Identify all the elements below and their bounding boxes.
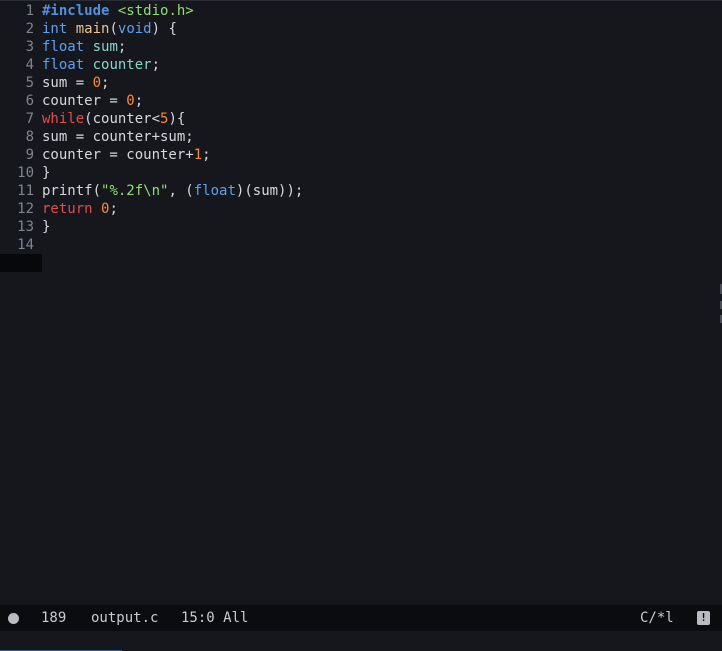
code-line[interactable]: 5 sum = 0; [0,74,720,92]
code-token: )(sum)); [235,183,304,199]
line-number: 3 [25,39,34,55]
line-number: 10 [17,165,34,181]
buffer-name[interactable]: output.c [91,605,158,631]
line-number: 11 [17,183,34,199]
code-token: ; [117,39,127,55]
code-token: ; [151,57,161,73]
line-number: 2 [25,21,34,37]
code-token: "%.2f\n" [101,183,169,199]
code-text[interactable]: return 0; [42,200,118,218]
code-line[interactable]: 8 sum = counter+sum; [0,128,720,146]
code-token: ; [134,93,144,109]
code-token: , ( [168,183,194,199]
line-number: 13 [17,219,34,235]
code-line[interactable]: 2 int main(void) { [0,20,720,38]
code-line[interactable]: 11 printf("%.2f\n", (float)(sum)); [0,182,720,200]
code-token: 0 [92,75,102,91]
major-mode[interactable]: C/*l [640,605,674,631]
mode-line: 189 output.c 15:0 All C/*l ! [0,605,722,631]
code-token: 0 [126,93,135,109]
code-token: 1 [193,147,203,163]
code-token: ; [202,147,211,163]
cursor-line-marker [0,254,42,272]
code-text[interactable]: counter = 0; [42,92,143,110]
code-token: return [42,201,93,217]
code-text[interactable]: int main(void) { [42,20,177,38]
code-text[interactable]: } [42,218,50,236]
code-line[interactable]: 6 counter = 0; [0,92,720,110]
code-line[interactable]: 12 return 0; [0,200,720,218]
code-token: counter [92,57,152,73]
code-token: while [42,111,85,127]
code-line[interactable]: 14 [0,236,720,254]
line-number: 14 [17,237,34,253]
code-token: sum [92,39,118,55]
line-number: 6 [25,93,34,109]
code-text[interactable]: sum = counter+sum; [42,128,194,146]
code-token: printf( [42,183,102,199]
code-token: float [42,39,85,55]
code-text[interactable]: counter = counter+1; [42,146,211,164]
code-line[interactable]: 1 #include <stdio.h> [0,2,720,20]
line-number: 9 [25,147,34,163]
code-line[interactable]: 4 float counter; [0,56,720,74]
code-token: counter = counter+ [42,147,194,163]
code-text[interactable]: } [42,164,50,182]
code-editor[interactable]: 1 #include <stdio.h> 2 int main(void) { 3 flo… [0,1,720,604]
code-token: void [117,21,152,37]
code-line[interactable]: 7 while(counter<5){ [0,110,720,128]
code-token: float [42,57,85,73]
code-token: sum = [42,75,93,91]
code-line[interactable]: 3 float sum; [0,38,720,56]
code-token: <stdio.h> [117,3,194,19]
code-line[interactable]: 13} [0,218,720,236]
code-token: ){ [168,111,186,127]
code-token: main [75,21,110,37]
code-text[interactable]: float sum; [42,38,126,56]
code-token: ; [109,201,118,217]
line-number: 7 [25,111,34,127]
code-token: counter = [42,93,127,109]
code-token: } [42,219,51,235]
buffer-status-dot-icon [8,613,19,624]
code-token: sum = counter+sum; [42,129,194,145]
code-token: ( [109,21,118,37]
line-number: 1 [25,3,34,19]
code-text[interactable]: while(counter<5){ [42,110,185,128]
cursor-position: 15:0 All [181,610,249,626]
code-token: (counter< [84,111,161,127]
code-token: ) { [151,21,177,37]
code-line[interactable]: 9 counter = counter+1; [0,146,720,164]
minibuffer[interactable] [0,631,722,651]
code-text[interactable]: #include <stdio.h> [42,2,194,20]
line-number: 4 [25,57,34,73]
exclamation-icon[interactable]: ! [697,611,710,625]
code-line[interactable]: 10} [0,164,720,182]
code-text[interactable]: sum = 0; [42,74,109,92]
line-number: 12 [17,201,34,217]
code-token: ; [101,75,110,91]
code-text[interactable]: printf("%.2f\n", (float)(sum)); [42,182,303,200]
code-token: float [193,183,236,199]
code-token: #include [42,3,110,19]
code-token: } [42,165,51,181]
line-number: 8 [25,129,34,145]
editor-window: 1 #include <stdio.h> 2 int main(void) { 3 flo… [0,0,722,651]
line-number: 5 [25,75,34,91]
code-text[interactable]: float counter; [42,56,160,74]
code-token: int [42,21,68,37]
buffer-size: 189 [41,610,67,626]
